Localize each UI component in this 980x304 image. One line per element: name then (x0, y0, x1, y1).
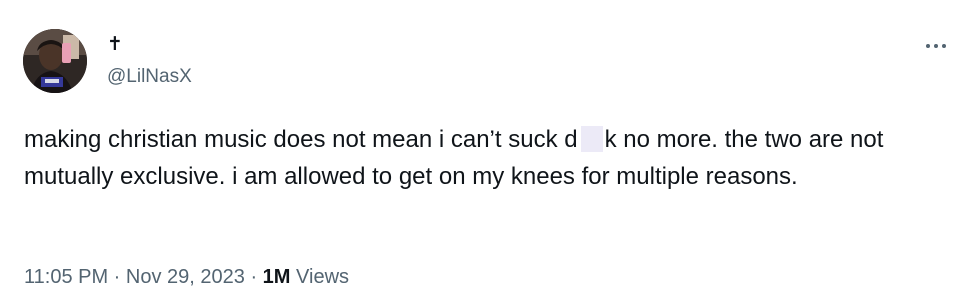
separator: · (108, 266, 126, 288)
tweet-date: Nov 29, 2023 (125, 266, 245, 288)
tweet-meta: 11:05 PM · Nov 29, 2023 · 1M Views (24, 264, 349, 290)
user-handle[interactable]: @LilNasX (107, 66, 192, 88)
profile-photo-icon (23, 29, 87, 93)
views-count: 1M (262, 266, 291, 288)
timestamp-link[interactable]: 11:05 PM · Nov 29, 2023 (24, 266, 245, 288)
tweet-text-part-1: making christian music does not mean i c… (24, 126, 578, 153)
censor-block (580, 126, 603, 152)
avatar[interactable] (23, 29, 87, 93)
separator: · (244, 266, 263, 288)
display-name[interactable]: ✝ (107, 35, 123, 55)
more-options-button[interactable] (916, 36, 956, 56)
ellipsis-icon (926, 44, 930, 48)
tweet-time: 11:05 PM (24, 266, 109, 288)
tweet-card: ✝ @LilNasX making christian music does n… (0, 0, 980, 304)
views-label: Views (290, 266, 350, 288)
tweet-text: making christian music does not mean i c… (24, 121, 954, 195)
